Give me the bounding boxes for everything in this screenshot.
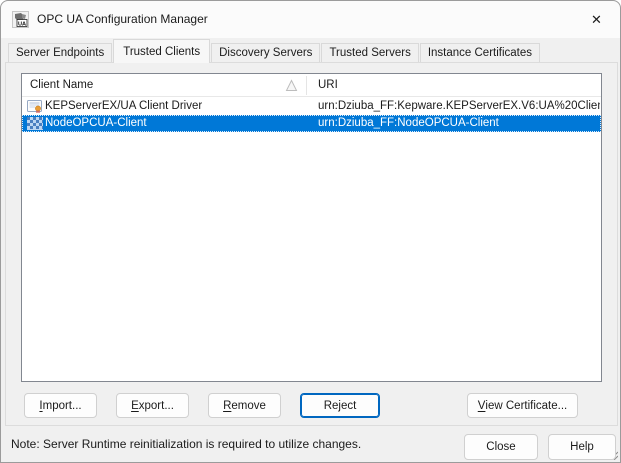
label-part: Help — [570, 441, 594, 453]
column-divider[interactable] — [306, 76, 307, 95]
tab-label: Instance Certificates — [427, 47, 533, 59]
tab-label: Server Endpoints — [16, 47, 105, 59]
tab-strip: Server Endpoints Trusted Clients Discove… — [8, 39, 541, 63]
close-icon: ✕ — [591, 11, 602, 27]
certificate-icon — [27, 100, 42, 113]
export-button[interactable]: Export... — [116, 393, 189, 418]
view-certificate-button[interactable]: View Certificate... — [467, 393, 578, 418]
label-part: emove — [231, 399, 266, 412]
trusted-clients-list: Client Name URI KEPServerEX/UA Client Dr… — [21, 73, 602, 382]
pending-certificate-icon — [27, 117, 43, 130]
tab-label: Discovery Servers — [219, 47, 313, 59]
column-header-uri[interactable]: URI — [318, 74, 338, 97]
label-part: Close — [486, 441, 516, 453]
label-mnemonic: E — [131, 399, 139, 412]
help-button[interactable]: Help — [548, 434, 616, 460]
uri-cell: urn:Dziuba_FF:Kepware.KEPServerEX.V6:UA%… — [318, 100, 600, 112]
tab-label: Trusted Clients — [123, 45, 201, 58]
svg-text:UA: UA — [18, 21, 26, 27]
reject-button[interactable]: Reject — [300, 393, 380, 418]
column-header-client-name[interactable]: Client Name — [30, 74, 93, 97]
tab-trusted-servers[interactable]: Trusted Servers — [321, 43, 419, 62]
label-mnemonic: V — [477, 399, 486, 412]
opc-ua-app-icon: UA — [12, 11, 29, 28]
table-row-selected[interactable]: NodeOPCUA-Client urn:Dziuba_FF:NodeOPCUA… — [22, 115, 601, 132]
tab-discovery-servers[interactable]: Discovery Servers — [211, 43, 321, 62]
label-part: Reject — [323, 399, 357, 412]
import-button[interactable]: Import... — [24, 393, 97, 418]
client-name-cell: KEPServerEX/UA Client Driver — [45, 100, 203, 112]
window-title: OPC UA Configuration Manager — [37, 12, 208, 26]
opc-ua-configuration-manager-dialog: UA OPC UA Configuration Manager ✕ Server… — [0, 0, 621, 463]
tab-server-endpoints[interactable]: Server Endpoints — [8, 43, 113, 62]
tab-trusted-clients[interactable]: Trusted Clients — [113, 39, 211, 63]
tab-label: Trusted Servers — [329, 47, 411, 59]
title-bar: UA OPC UA Configuration Manager ✕ — [1, 1, 620, 38]
label-mnemonic: R — [223, 399, 232, 412]
list-header: Client Name URI — [22, 74, 601, 97]
client-name-cell: NodeOPCUA-Client — [45, 117, 147, 129]
label-part: xport... — [138, 399, 174, 412]
runtime-note: Note: Server Runtime reinitialization is… — [11, 437, 362, 451]
tab-instance-certificates[interactable]: Instance Certificates — [419, 43, 541, 62]
close-window-button[interactable]: ✕ — [574, 2, 619, 37]
table-row[interactable]: KEPServerEX/UA Client Driver urn:Dziuba_… — [22, 98, 601, 115]
close-dialog-button[interactable]: Close — [464, 434, 538, 460]
uri-cell: urn:Dziuba_FF:NodeOPCUA-Client — [318, 117, 499, 129]
label-part: iew Certificate... — [485, 399, 568, 412]
sort-ascending-icon — [285, 79, 298, 91]
remove-button[interactable]: Remove — [208, 393, 281, 418]
label-part: mport... — [42, 399, 82, 412]
